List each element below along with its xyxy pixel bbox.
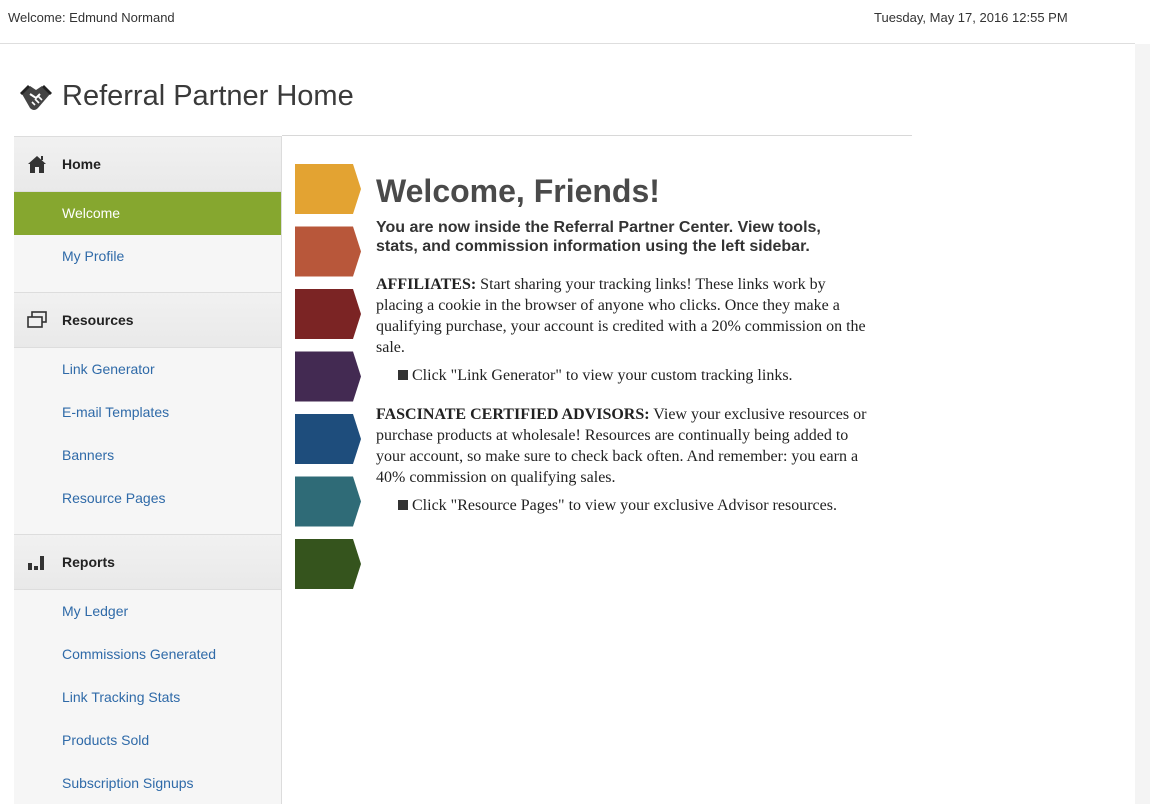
windows-icon (27, 311, 47, 328)
chevron-block (295, 414, 361, 464)
content-divider (282, 135, 912, 136)
sidebar-item-label: Link Generator (62, 361, 155, 377)
chevron-block (295, 226, 361, 277)
sidebar-item-label: My Ledger (62, 603, 129, 619)
chevron-block (295, 351, 361, 402)
color-chevron-strip (295, 164, 361, 589)
sidebar-item-label: Resource Pages (62, 490, 166, 506)
sidebar-item-email-templates[interactable]: E-mail Templates (14, 391, 281, 434)
sidebar-item-label: Products Sold (62, 732, 150, 748)
sidebar-item-resource-pages[interactable]: Resource Pages (14, 477, 281, 520)
sidebar-item-label: Commissions Generated (62, 646, 217, 662)
sidebar-item-my-ledger[interactable]: My Ledger (14, 590, 281, 633)
affiliates-paragraph: AFFILIATES: Start sharing your tracking … (376, 274, 871, 358)
sidebar-item-label: My Profile (62, 248, 125, 264)
sidebar-item-label: Welcome (62, 205, 121, 221)
sidebar-section-reports[interactable]: Reports (14, 534, 281, 590)
sidebar-item-my-profile[interactable]: My Profile (14, 235, 281, 278)
affiliates-label: AFFILIATES: (376, 276, 477, 293)
scrollbar-track[interactable] (1135, 44, 1150, 804)
welcome-subheading: You are now inside the Referral Partner … (376, 219, 821, 255)
sidebar-section-label: Reports (62, 554, 115, 570)
sidebar-section-home[interactable]: Home (14, 136, 281, 192)
chevron-block (295, 164, 361, 214)
square-bullet-icon (398, 500, 408, 510)
advisors-bullet: Click "Resource Pages" to view your excl… (376, 496, 896, 516)
sidebar-section-label: Home (62, 156, 101, 172)
chevron-block (295, 476, 361, 527)
advisors-label: FASCINATE CERTIFIED ADVISORS: (376, 406, 650, 423)
sidebar-item-label: E-mail Templates (62, 404, 170, 420)
sidebar-item-label: Link Tracking Stats (62, 689, 181, 705)
welcome-content: Welcome, Friends! You are now inside the… (376, 172, 896, 516)
sidebar-item-label: Banners (62, 447, 115, 463)
current-datetime: Tuesday, May 17, 2016 12:55 PM (874, 10, 1068, 25)
sidebar-item-banners[interactable]: Banners (14, 434, 281, 477)
chevron-block (295, 289, 361, 339)
sidebar-section-resources[interactable]: Resources (14, 292, 281, 348)
affiliates-bullet-text: Click "Link Generator" to view your cust… (412, 367, 793, 384)
handshake-icon (20, 85, 52, 110)
sidebar-item-welcome[interactable]: Welcome (14, 192, 281, 235)
bar-chart-icon (28, 556, 44, 570)
sidebar-item-label: Subscription Signups (62, 775, 194, 791)
chevron-block (295, 539, 361, 589)
square-bullet-icon (398, 370, 408, 380)
sidebar-item-commissions-generated[interactable]: Commissions Generated (14, 633, 281, 676)
sidebar-item-link-tracking-stats[interactable]: Link Tracking Stats (14, 676, 281, 719)
advisors-bullet-text: Click "Resource Pages" to view your excl… (412, 497, 837, 514)
sidebar: Home Welcome My Profile Resources Link G… (14, 136, 282, 804)
page-title: Referral Partner Home (62, 80, 354, 112)
affiliates-bullet: Click "Link Generator" to view your cust… (376, 366, 896, 386)
advisors-paragraph: FASCINATE CERTIFIED ADVISORS: View your … (376, 404, 871, 488)
top-bar: Welcome: Edmund Normand Tuesday, May 17,… (0, 0, 1135, 44)
sidebar-section-label: Resources (62, 312, 134, 328)
sidebar-item-link-generator[interactable]: Link Generator (14, 348, 281, 391)
welcome-user-text: Welcome: Edmund Normand (8, 10, 175, 25)
sidebar-item-products-sold[interactable]: Products Sold (14, 719, 281, 762)
sidebar-item-subscription-signups[interactable]: Subscription Signups (14, 762, 281, 804)
house-icon (28, 156, 46, 173)
welcome-heading: Welcome, Friends! (376, 173, 660, 209)
